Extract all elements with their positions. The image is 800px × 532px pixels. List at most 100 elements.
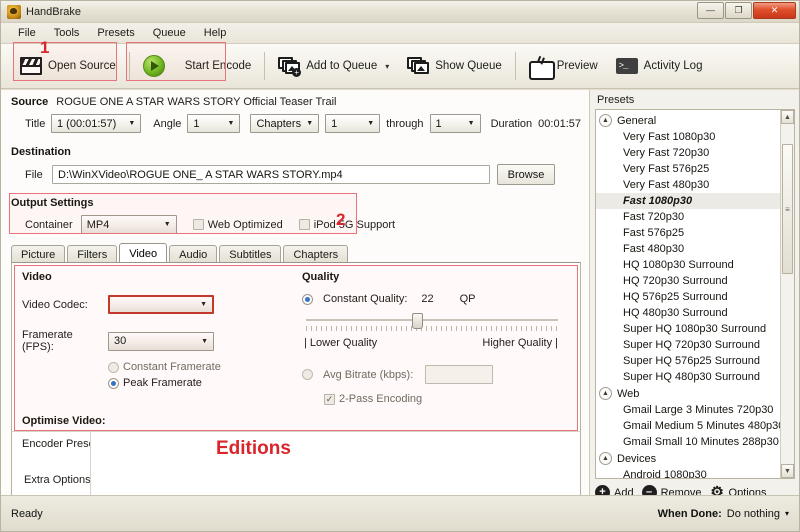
open-source-label: Open Source <box>48 60 116 72</box>
title-select[interactable]: 1 (00:01:57) ▼ <box>51 114 142 133</box>
queue-stack-icon <box>407 57 430 75</box>
preset-item[interactable]: Very Fast 720p30 <box>596 145 794 161</box>
left-pane: Source ROGUE ONE A STAR WARS STORY Offic… <box>1 90 589 516</box>
preset-item[interactable]: Very Fast 576p25 <box>596 161 794 177</box>
web-optimized-label: Web Optimized <box>207 218 283 231</box>
add-to-queue-button[interactable]: + Add to Queue ▾ <box>269 47 398 85</box>
range-type-select[interactable]: Chapters ▼ <box>250 114 320 133</box>
peak-framerate-label: Peak Framerate <box>123 377 202 389</box>
menu-queue[interactable]: Queue <box>144 25 195 41</box>
menu-presets[interactable]: Presets <box>88 25 143 41</box>
show-queue-button[interactable]: Show Queue <box>398 47 511 85</box>
preset-item[interactable]: Super HQ 480p30 Surround <box>596 369 794 385</box>
web-optimized-checkbox[interactable]: Web Optimized <box>192 218 283 231</box>
quality-slider[interactable] <box>306 313 558 329</box>
when-done-label: When Done: <box>657 507 722 520</box>
chevron-down-icon: ▼ <box>306 120 314 127</box>
constant-framerate-radio[interactable]: Constant Framerate <box>22 361 292 373</box>
tab-video[interactable]: Video <box>119 243 168 263</box>
preset-item[interactable]: Fast 480p30 <box>596 241 794 257</box>
framerate-select[interactable]: 30 ▼ <box>108 331 214 351</box>
preset-item[interactable]: Fast 1080p30 <box>596 193 794 209</box>
presets-list[interactable]: ▲ General Very Fast 1080p30 Very Fast 720p3… <box>595 109 795 479</box>
maximize-icon: ❐ <box>734 5 743 15</box>
when-done-value[interactable]: Do nothing <box>727 508 780 520</box>
menu-help[interactable]: Help <box>195 25 236 41</box>
preset-item[interactable]: Fast 720p30 <box>596 209 794 225</box>
preset-group-devices[interactable]: ▲ Devices <box>596 450 794 467</box>
preset-item[interactable]: Super HQ 576p25 Surround <box>596 353 794 369</box>
preset-item[interactable]: Gmail Large 3 Minutes 720p30 <box>596 402 794 418</box>
preset-item[interactable]: HQ 720p30 Surround <box>596 273 794 289</box>
range-type-value: Chapters <box>256 117 302 130</box>
destination-file-input[interactable]: D:\WinXVideo\ROGUE ONE_ A STAR WARS STOR… <box>52 165 490 184</box>
preset-item[interactable]: Very Fast 1080p30 <box>596 129 794 145</box>
tab-picture[interactable]: Picture <box>11 245 66 263</box>
video-codec-select[interactable]: ▼ <box>108 295 214 314</box>
two-pass-checkbox[interactable]: ✓ 2-Pass Encoding <box>302 393 578 405</box>
preset-item[interactable]: Gmail Small 10 Minutes 288p30 <box>596 434 794 450</box>
destination-row: File D:\WinXVideo\ROGUE ONE_ A STAR WARS… <box>11 164 581 185</box>
chevron-down-icon[interactable]: ▾ <box>785 509 789 518</box>
preview-button[interactable]: Preview <box>520 47 607 85</box>
avg-bitrate-input[interactable] <box>425 365 494 384</box>
status-bar: Ready When Done: Do nothing ▾ <box>1 495 799 531</box>
preset-item[interactable]: Super HQ 1080p30 Surround <box>596 321 794 337</box>
preset-item[interactable]: Fast 576p25 <box>596 225 794 241</box>
chevron-down-icon: ▼ <box>467 120 475 127</box>
maximize-button[interactable]: ❐ <box>725 2 752 19</box>
avg-bitrate-radio[interactable]: Avg Bitrate (kbps): <box>302 365 578 384</box>
close-button[interactable]: ✕ <box>753 2 796 19</box>
scroll-up-button[interactable]: ▲ <box>781 110 794 124</box>
angle-label: Angle <box>153 117 182 130</box>
preset-group-web[interactable]: ▲ Web <box>596 385 794 402</box>
preset-item[interactable]: HQ 576p25 Surround <box>596 289 794 305</box>
chevron-down-icon: ▼ <box>128 120 136 127</box>
chevron-up-icon[interactable]: ▲ <box>599 387 612 400</box>
peak-framerate-radio[interactable]: Peak Framerate <box>22 377 292 389</box>
preset-item[interactable]: Very Fast 480p30 <box>596 177 794 193</box>
presets-scrollbar[interactable]: ▲ ≡ ▼ <box>780 110 794 478</box>
source-row: Source ROGUE ONE A STAR WARS STORY Offic… <box>11 96 581 108</box>
chevron-up-icon[interactable]: ▲ <box>599 114 612 127</box>
tab-subtitles[interactable]: Subtitles <box>219 245 282 263</box>
preset-item[interactable]: Super HQ 720p30 Surround <box>596 337 794 353</box>
angle-select[interactable]: 1 ▼ <box>187 114 241 133</box>
handbrake-window: HandBrake — ❐ ✕ File Tools Presets Queue… <box>0 0 800 532</box>
preset-group-general[interactable]: ▲ General <box>596 112 794 129</box>
preset-item[interactable]: HQ 1080p30 Surround <box>596 257 794 273</box>
video-codec-label: Video Codec: <box>22 298 88 311</box>
minimize-button[interactable]: — <box>697 2 724 19</box>
preset-item[interactable]: HQ 480p30 Surround <box>596 305 794 321</box>
tab-audio[interactable]: Audio <box>169 245 218 263</box>
constant-framerate-dot <box>108 361 119 373</box>
framerate-label: Framerate (FPS): <box>22 329 73 353</box>
constant-framerate-label: Constant Framerate <box>123 361 221 373</box>
quality-thumb[interactable] <box>411 313 423 329</box>
ipod-support-checkbox[interactable]: iPod 5G Support <box>298 219 395 231</box>
scroll-thumb[interactable]: ≡ <box>782 144 793 274</box>
title-bar: HandBrake — ❐ ✕ <box>1 1 799 23</box>
open-source-button[interactable]: Open Source <box>11 47 125 85</box>
constant-quality-radio[interactable]: Constant Quality: 22 QP <box>302 293 578 305</box>
chevron-up-icon[interactable]: ▲ <box>599 452 612 465</box>
menu-tools[interactable]: Tools <box>45 25 89 41</box>
scroll-down-button[interactable]: ▼ <box>781 464 794 478</box>
chapter-start-select[interactable]: 1 ▼ <box>325 114 381 133</box>
source-name: ROGUE ONE A STAR WARS STORY Official Tea… <box>56 96 337 108</box>
chapter-end-select[interactable]: 1 ▼ <box>429 114 481 133</box>
preset-item[interactable]: Gmail Medium 5 Minutes 480p30 <box>596 418 794 434</box>
chevron-down-icon[interactable]: ▾ <box>385 62 389 71</box>
browse-button[interactable]: Browse <box>497 164 555 185</box>
activity-log-button[interactable]: >_ Activity Log <box>607 47 712 85</box>
tab-filters[interactable]: Filters <box>67 245 118 263</box>
quality-slider-wrap <box>302 313 578 331</box>
main-toolbar: Open Source Start Encode + Add to Queue … <box>1 38 799 89</box>
duration-label: Duration <box>490 117 533 130</box>
container-select[interactable]: MP4 ▼ <box>80 215 177 234</box>
start-encode-button[interactable]: Start Encode <box>134 47 260 85</box>
tab-chapters[interactable]: Chapters <box>283 245 349 263</box>
chevron-down-icon: ▼ <box>201 337 208 345</box>
preset-item[interactable]: Android 1080p30 <box>596 467 794 478</box>
destination-label: Destination <box>11 146 71 158</box>
